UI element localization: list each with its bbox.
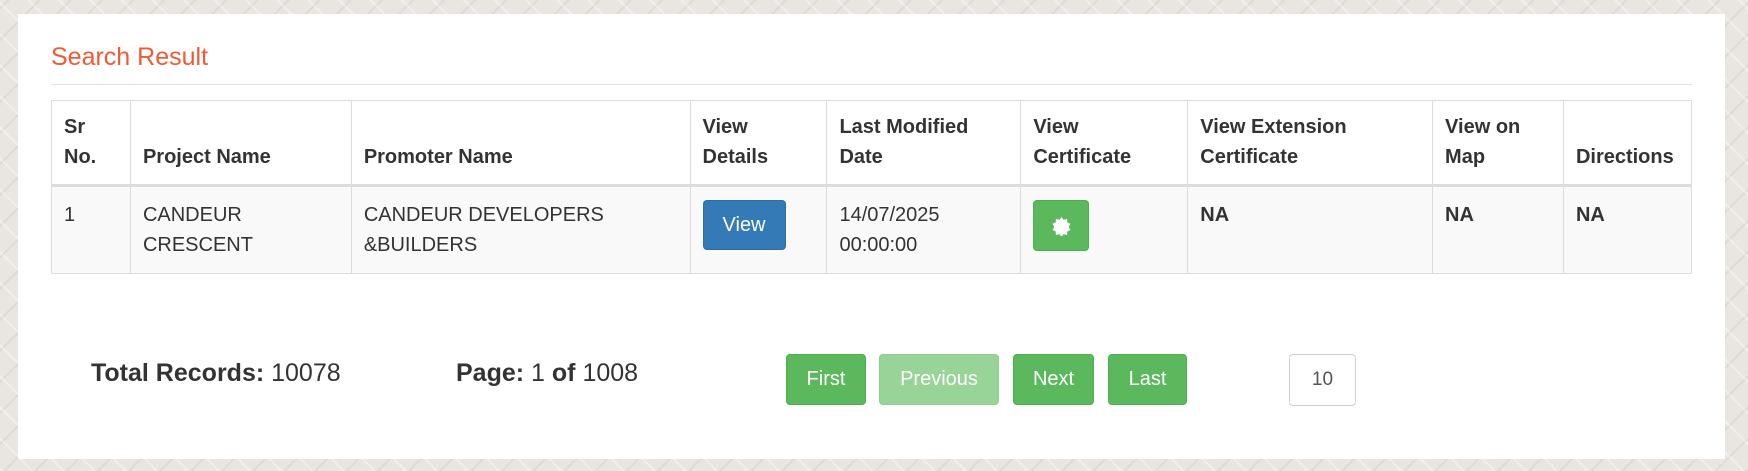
page-size-input[interactable]: 10 (1289, 354, 1356, 406)
certificate-seal-icon (1052, 217, 1071, 236)
page-title: Search Result (51, 42, 1692, 85)
column-header-promoter-name: Promoter Name (350, 100, 691, 187)
cell-project-name: CANDEUR CRESCENT (129, 185, 352, 274)
results-table: Sr No. Project Name Promoter Name View Det… (51, 100, 1693, 274)
table-header-row: Sr No. Project Name Promoter Name View Det… (51, 100, 1693, 187)
cell-directions: NA (1562, 185, 1693, 274)
view-details-button[interactable]: View (702, 200, 786, 250)
column-header-sr-no: Sr No. (51, 100, 131, 187)
cell-promoter-name: CANDEUR DEVELOPERS &BUILDERS (350, 185, 691, 274)
next-page-button[interactable]: Next (1013, 354, 1094, 405)
cell-view-certificate (1020, 185, 1189, 274)
cell-sr-no: 1 (51, 185, 131, 274)
pagination-bar: Total Records: 10078 Page: 1 of 1008 Fir… (18, 340, 1725, 420)
column-header-view-on-map: View on Map (1432, 100, 1564, 187)
column-header-directions: Directions (1562, 100, 1693, 187)
column-header-extension-certificate: View Extension Certificate (1187, 100, 1434, 187)
view-certificate-button[interactable] (1033, 200, 1090, 251)
previous-page-button[interactable]: Previous (879, 354, 999, 405)
column-header-project-name: Project Name (129, 100, 352, 187)
cell-view-on-map: NA (1432, 185, 1564, 274)
page-indicator: Page: 1 of 1008 (456, 359, 639, 387)
cell-view-details: View (689, 185, 828, 274)
total-records: Total Records: 10078 (91, 359, 341, 387)
search-result-panel: Search Result Sr No. Project Name Promote… (18, 14, 1725, 459)
first-page-button[interactable]: First (786, 354, 866, 405)
column-header-last-modified: Last Modified Date (826, 100, 1022, 187)
column-header-view-details: View Details (689, 100, 828, 187)
last-page-button[interactable]: Last (1108, 354, 1187, 405)
cell-last-modified: 14/07/2025 00:00:00 (826, 185, 1022, 274)
table-row: 1 CANDEUR CRESCENT CANDEUR DEVELOPERS &BUI… (51, 185, 1693, 274)
column-header-view-certificate: View Certificate (1020, 100, 1189, 187)
cell-extension-certificate: NA (1187, 185, 1434, 274)
